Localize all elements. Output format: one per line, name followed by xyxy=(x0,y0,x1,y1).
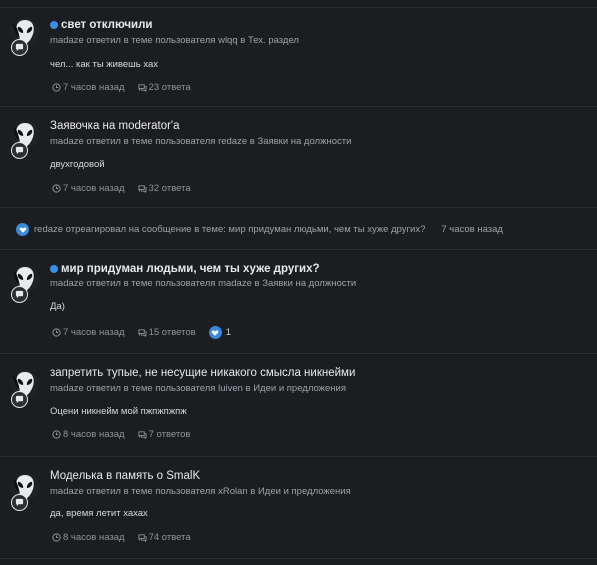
post-time: 7 часов назад xyxy=(52,82,125,93)
post-stats: 8 часов назад 7 ответов xyxy=(52,429,203,440)
avatar[interactable] xyxy=(10,472,40,511)
heart-icon xyxy=(16,223,29,236)
topic-title[interactable]: свет отключили xyxy=(50,19,152,31)
heart-icon xyxy=(208,326,222,339)
post-time: 8 часов назад xyxy=(52,429,125,440)
post-stats: 7 часов назад 15 ответов 1 xyxy=(52,326,231,339)
clock-icon xyxy=(52,533,61,542)
divider xyxy=(0,558,597,559)
avatar[interactable] xyxy=(10,264,40,303)
post-stats: 7 часов назад 23 ответа xyxy=(52,82,204,93)
reaction-activity: redaze отреагировал на сообщение в теме:… xyxy=(16,223,503,236)
post-time: 8 часов назад xyxy=(52,532,125,543)
topic-title-text[interactable]: мир придуман людьми, чем ты хуже других? xyxy=(61,263,320,275)
reply-badge xyxy=(11,142,28,159)
post-stats: 7 часов назад 32 ответа xyxy=(52,183,204,194)
unread-indicator xyxy=(50,265,58,273)
avatar[interactable] xyxy=(10,120,40,159)
reply-count-text: 7 ответов xyxy=(148,429,191,440)
clock-icon xyxy=(52,328,61,337)
avatar[interactable] xyxy=(10,369,40,408)
topic-title[interactable]: запретить тупые, не несущие никакого смы… xyxy=(50,367,355,379)
speech-bubble-icon xyxy=(15,43,24,52)
avatar[interactable] xyxy=(10,17,40,56)
post-meta: madaze ответил в теме пользователя luive… xyxy=(50,383,346,394)
reply-count: 23 ответа xyxy=(138,82,191,93)
post-time: 7 часов назад xyxy=(52,327,125,338)
divider xyxy=(0,7,597,8)
topic-title-text[interactable]: Моделька в память о SmalK xyxy=(50,470,200,482)
comments-icon xyxy=(138,431,147,439)
speech-bubble-icon xyxy=(15,395,24,404)
speech-bubble-icon xyxy=(15,498,24,507)
post-snippet: да, время летит хахах xyxy=(50,508,148,519)
clock-icon xyxy=(52,83,61,92)
reply-badge xyxy=(11,286,28,303)
post-time: 7 часов назад xyxy=(52,183,125,194)
reply-badge xyxy=(11,494,28,511)
post-meta: madaze ответил в теме пользователя xRola… xyxy=(50,486,351,497)
topic-title-text[interactable]: запретить тупые, не несущие никакого смы… xyxy=(50,367,355,379)
speech-bubble-icon xyxy=(15,146,24,155)
post-time-text: 8 часов назад xyxy=(63,532,125,543)
reply-count: 7 ответов xyxy=(138,429,191,440)
post-snippet: двухгодовой xyxy=(50,159,105,170)
divider xyxy=(0,207,597,208)
divider xyxy=(0,249,597,250)
post-meta: madaze ответил в теме пользователя madaz… xyxy=(50,278,357,289)
comments-icon xyxy=(138,534,147,542)
speech-bubble-icon xyxy=(15,290,24,299)
comments-icon xyxy=(138,185,147,193)
post-time-text: 7 часов назад xyxy=(63,183,125,194)
reaction-count-text: 1 xyxy=(225,327,232,338)
divider xyxy=(0,353,597,354)
reply-badge xyxy=(11,391,28,408)
activity-time: 7 часов назад xyxy=(441,224,503,235)
post-meta: madaze ответил в теме пользователя redaz… xyxy=(50,136,352,147)
comments-icon xyxy=(138,84,147,92)
post-meta: madaze ответил в теме пользователя wlqq … xyxy=(50,35,299,46)
post-time-text: 8 часов назад xyxy=(63,429,125,440)
topic-title-text[interactable]: Заявочка на moderator'a xyxy=(50,120,180,132)
post-time-text: 7 часов назад xyxy=(63,82,125,93)
clock-icon xyxy=(52,184,61,193)
reply-count: 15 ответов xyxy=(138,327,196,338)
reply-count-text: 32 ответа xyxy=(148,183,191,194)
topic-title[interactable]: Заявочка на moderator'a xyxy=(50,120,180,132)
reply-count-text: 15 ответов xyxy=(148,327,196,338)
post-time-text: 7 часов назад xyxy=(63,327,125,338)
topic-title[interactable]: Моделька в память о SmalK xyxy=(50,470,200,482)
activity-text[interactable]: redaze отреагировал на сообщение в теме:… xyxy=(34,224,425,235)
reply-badge xyxy=(11,39,28,56)
divider xyxy=(0,106,597,107)
post-stats: 8 часов назад 74 ответа xyxy=(52,532,204,543)
topic-title[interactable]: мир придуман людьми, чем ты хуже других? xyxy=(50,263,320,275)
reply-count: 32 ответа xyxy=(138,183,191,194)
post-snippet: Да) xyxy=(50,301,65,312)
reply-count-text: 23 ответа xyxy=(148,82,191,93)
reply-count-text: 74 ответа xyxy=(148,532,191,543)
comments-icon xyxy=(138,329,147,337)
post-snippet: чел... как ты живешь хах xyxy=(50,59,159,70)
activity-feed: свет отключили madaze ответил в теме пол… xyxy=(0,0,597,565)
reply-count: 74 ответа xyxy=(138,532,191,543)
clock-icon xyxy=(52,430,61,439)
post-snippet: Оцени никнейм мой пжпжпжпж xyxy=(50,406,187,417)
topic-title-text[interactable]: свет отключили xyxy=(61,19,152,31)
divider xyxy=(0,456,597,457)
unread-indicator xyxy=(50,21,58,29)
reaction-count[interactable]: 1 xyxy=(208,326,232,339)
